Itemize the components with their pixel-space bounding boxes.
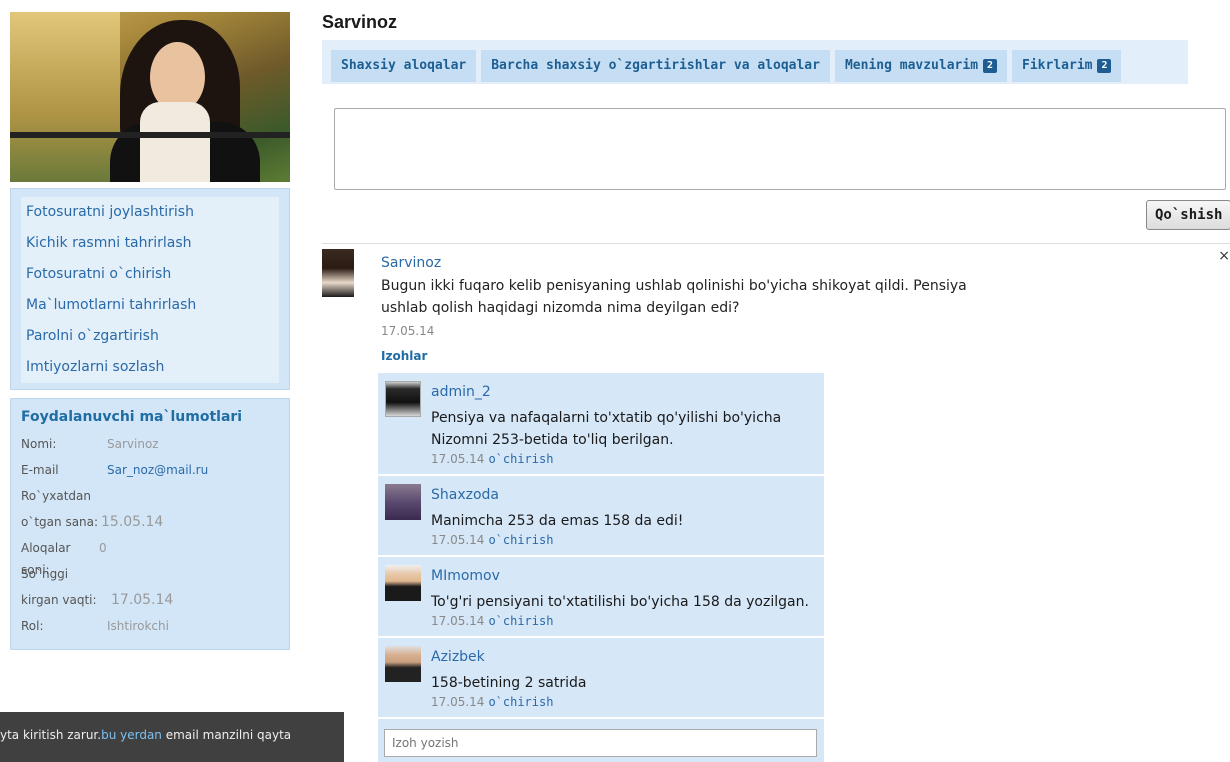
info-name-value: Sarvinoz bbox=[107, 437, 159, 451]
comment-input[interactable] bbox=[384, 729, 817, 757]
notice-text-end: email manzilni qayta bbox=[161, 728, 292, 742]
avatar[interactable] bbox=[322, 249, 354, 297]
avatar[interactable] bbox=[385, 484, 421, 520]
user-info-title: Foydalanuvchi ma`lumotlari bbox=[21, 409, 243, 425]
divider bbox=[322, 243, 1230, 244]
menu-edit-info[interactable]: Ma`lumotlarni tahrirlash bbox=[21, 290, 279, 321]
delete-link[interactable]: o`chirish bbox=[488, 614, 553, 628]
info-email-label: E-mail bbox=[21, 463, 59, 477]
tab-label: Mening mavzularim bbox=[844, 58, 979, 73]
comment-meta: 17.05.14 o`chirish bbox=[431, 452, 553, 466]
info-role-value: Ishtirokchi bbox=[107, 619, 169, 633]
info-contacts-label: Aloqalar soni: bbox=[21, 541, 71, 577]
tab-my-comments[interactable]: Fikrlarim 2 bbox=[1012, 50, 1122, 82]
info-registered-label-row: Ro`yxatdan bbox=[21, 485, 279, 511]
menu-privileges[interactable]: Imtiyozlarni sozlash bbox=[21, 352, 279, 383]
menu-change-password[interactable]: Parolni o`zgartirish bbox=[21, 321, 279, 352]
comment-text: To'g'ri pensiyani to'xtatilishi bo'yicha… bbox=[431, 594, 809, 610]
comment-meta: 17.05.14 o`chirish bbox=[431, 695, 553, 709]
info-registered-row: o`tgan sana: 15.05.14 bbox=[21, 511, 279, 537]
comment-author[interactable]: MImomov bbox=[431, 568, 500, 584]
tab-label: Barcha shaxsiy o`zgartirishlar va aloqal… bbox=[491, 58, 820, 73]
delete-link[interactable]: o`chirish bbox=[488, 695, 553, 709]
info-role-row: Rol: Ishtirokchi bbox=[21, 615, 279, 641]
profile-menu: Fotosuratni joylashtirish Kichik rasmni … bbox=[10, 188, 290, 390]
info-last-row: kirgan vaqti: 17.05.14 bbox=[21, 589, 279, 615]
delete-link[interactable]: o`chirish bbox=[488, 533, 553, 547]
info-last-label-1: So`nggi bbox=[21, 567, 69, 581]
avatar[interactable] bbox=[385, 565, 421, 601]
notice-text: yta kiritish zarur. bbox=[0, 728, 102, 742]
info-name-label: Nomi: bbox=[21, 437, 57, 451]
info-email-row: E-mail Sar_noz@mail.ru bbox=[21, 459, 279, 485]
info-name-row: Nomi: Sarvinoz bbox=[21, 433, 279, 459]
user-info-box: Foydalanuvchi ma`lumotlari Nomi: Sarvino… bbox=[10, 398, 290, 650]
tab-all-changes[interactable]: Barcha shaxsiy o`zgartirishlar va aloqal… bbox=[481, 50, 830, 82]
info-contacts-row: Aloqalar soni: 0 bbox=[21, 537, 279, 577]
info-last-label-row: So`nggi bbox=[21, 563, 279, 589]
comment-author[interactable]: Shaxzoda bbox=[431, 487, 499, 503]
profile-photo[interactable] bbox=[10, 12, 290, 182]
comment-date: 17.05.14 bbox=[431, 695, 485, 709]
info-registered-value: 15.05.14 bbox=[101, 514, 164, 530]
notice-bar: yta kiritish zarur.bu yerdan email manzi… bbox=[0, 712, 344, 762]
main-column: Sarvinoz Shaxsiy aloqalar Barcha shaxsiy… bbox=[322, 12, 1230, 363]
avatar[interactable] bbox=[385, 381, 421, 417]
reply-box bbox=[378, 719, 824, 762]
menu-edit-thumbnail[interactable]: Kichik rasmni tahrirlash bbox=[21, 228, 279, 259]
page-title: Sarvinoz bbox=[322, 12, 398, 32]
avatar[interactable] bbox=[385, 646, 421, 682]
comment-meta: 17.05.14 o`chirish bbox=[431, 614, 553, 628]
post-date: 17.05.14 bbox=[381, 324, 435, 338]
count-badge: 2 bbox=[1097, 58, 1112, 73]
tab-my-topics[interactable]: Mening mavzularim 2 bbox=[834, 50, 1008, 82]
close-icon[interactable]: × bbox=[1218, 248, 1230, 264]
tab-personal-contacts[interactable]: Shaxsiy aloqalar bbox=[331, 50, 477, 82]
post-text: Bugun ikki fuqaro kelib penisyaning ushl… bbox=[381, 278, 967, 316]
comments-heading: Izohlar bbox=[381, 349, 428, 363]
info-last-value: 17.05.14 bbox=[111, 592, 174, 608]
left-column: Fotosuratni joylashtirish Kichik rasmni … bbox=[10, 12, 290, 650]
comment-author[interactable]: admin_2 bbox=[431, 384, 491, 400]
comment-text: Manimcha 253 da emas 158 da edi! bbox=[431, 513, 684, 529]
list-item: MImomov To'g'ri pensiyani to'xtatilishi … bbox=[378, 557, 824, 636]
comment-text: Pensiya va nafaqalarni to'xtatib qo'yili… bbox=[431, 410, 782, 448]
info-email-link[interactable]: Sar_noz@mail.ru bbox=[107, 459, 208, 485]
tab-label: Shaxsiy aloqalar bbox=[341, 58, 467, 73]
comment-meta: 17.05.14 o`chirish bbox=[431, 533, 553, 547]
delete-link[interactable]: o`chirish bbox=[488, 452, 553, 466]
info-registered-label-2: o`tgan sana: bbox=[21, 515, 99, 529]
info-last-label-2: kirgan vaqti: bbox=[21, 593, 97, 607]
list-item: Shaxzoda Manimcha 253 da emas 158 da edi… bbox=[378, 476, 824, 555]
count-badge: 2 bbox=[983, 58, 998, 73]
comment-date: 17.05.14 bbox=[431, 452, 485, 466]
info-role-label: Rol: bbox=[21, 619, 44, 633]
comments-list: admin_2 Pensiya va nafaqalarni to'xtatib… bbox=[378, 373, 824, 762]
tab-label: Fikrlarim bbox=[1022, 58, 1093, 73]
info-registered-label-1: Ro`yxatdan bbox=[21, 489, 91, 503]
post-textarea[interactable] bbox=[334, 108, 1226, 190]
notice-link[interactable]: bu yerdan bbox=[101, 728, 162, 742]
comment-text: 158-betining 2 satrida bbox=[431, 675, 587, 691]
add-button[interactable]: Qo`shish bbox=[1146, 200, 1230, 230]
info-contacts-value: 0 bbox=[99, 541, 107, 555]
comment-date: 17.05.14 bbox=[431, 533, 485, 547]
menu-delete-photo[interactable]: Fotosuratni o`chirish bbox=[21, 259, 279, 290]
post-author[interactable]: Sarvinoz bbox=[381, 255, 441, 271]
comment-date: 17.05.14 bbox=[431, 614, 485, 628]
menu-upload-photo[interactable]: Fotosuratni joylashtirish bbox=[21, 197, 279, 228]
list-item: admin_2 Pensiya va nafaqalarni to'xtatib… bbox=[378, 373, 824, 474]
list-item: Azizbek 158-betining 2 satrida 17.05.14 o… bbox=[378, 638, 824, 717]
comment-author[interactable]: Azizbek bbox=[431, 649, 485, 665]
tabs-bar: Shaxsiy aloqalar Barcha shaxsiy o`zgarti… bbox=[322, 40, 1188, 84]
